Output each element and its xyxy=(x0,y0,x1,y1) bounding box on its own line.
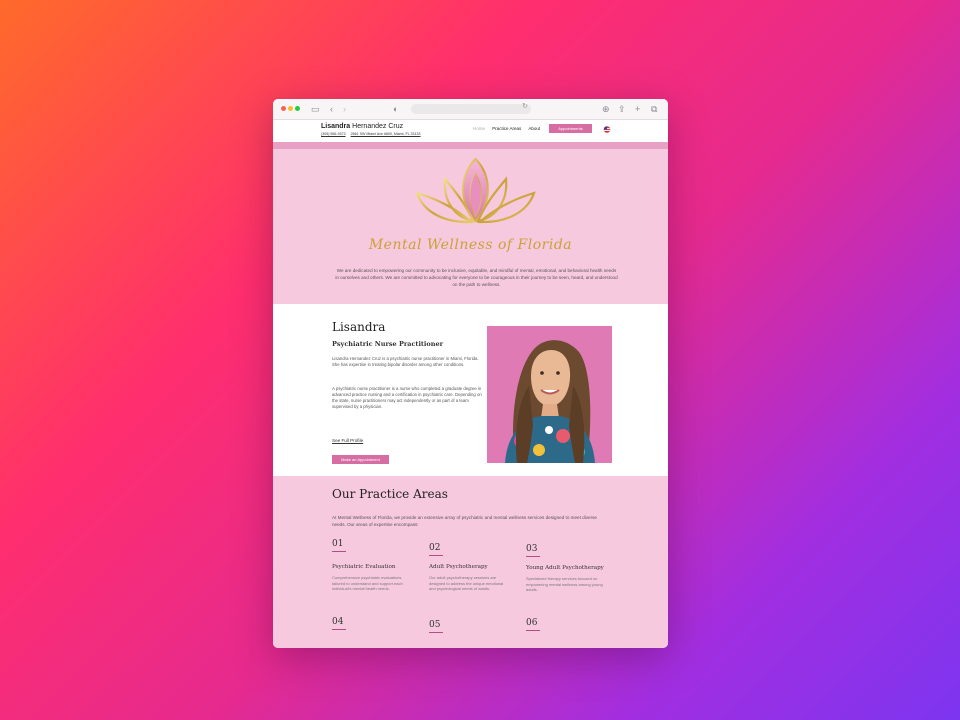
header-accent-bar xyxy=(273,142,668,149)
forward-icon[interactable]: › xyxy=(343,102,346,116)
practice-area-number: 03 xyxy=(526,544,538,554)
brand-first-name: Lisandra xyxy=(321,123,351,130)
practice-area-card[interactable]: 03 Young Adult Psychotherapy Specialized… xyxy=(526,544,606,593)
reload-icon[interactable]: ↻ xyxy=(522,102,528,110)
profile-section: Lisandra Psychiatric Nurse Practitioner … xyxy=(273,304,668,476)
practice-areas-section: Our Practice Areas At Mental Wellness of… xyxy=(273,476,668,648)
practice-area-number: 06 xyxy=(526,618,538,628)
zoom-window-button[interactable] xyxy=(295,106,300,111)
make-appointment-button[interactable]: Make an Appointment xyxy=(332,455,389,464)
site-header: Lisandra Hernandez Cruz (305) 556-9373 2… xyxy=(273,120,668,142)
practice-area-text: Specialized therapy services focused on … xyxy=(526,576,603,593)
profile-photo xyxy=(487,326,612,463)
practice-area-card[interactable]: 01 Psychiatric Evaluation Comprehensive … xyxy=(332,539,412,592)
new-tab-icon[interactable]: + xyxy=(635,102,640,116)
nav-item-home[interactable]: Home xyxy=(473,126,485,131)
close-window-button[interactable] xyxy=(281,106,286,111)
practice-area-card[interactable]: 04 xyxy=(332,617,412,630)
practice-area-title: Young Adult Psychotherapy xyxy=(526,565,604,571)
practice-area-title: Adult Psychotherapy xyxy=(429,564,488,570)
practice-area-number: 02 xyxy=(429,543,441,553)
contact-info: (305) 556-9373 2661 SW Miami Ave #800, M… xyxy=(321,132,425,136)
divider xyxy=(429,632,443,633)
divider xyxy=(332,551,346,552)
practice-area-text: Comprehensive psychiatric evaluations ta… xyxy=(332,575,403,592)
practice-area-card[interactable]: 02 Adult Psychotherapy Our adult psychot… xyxy=(429,543,509,592)
address-link[interactable]: 2661 SW Miami Ave #800, Miami, FL 33133 xyxy=(351,132,421,136)
logo-wordmark: Mental Wellness of Florida xyxy=(368,237,573,253)
practice-area-text: Our adult psychotherapy sessions are des… xyxy=(429,575,504,592)
shield-icon[interactable]: ◐ xyxy=(393,102,398,116)
language-flag-icon[interactable] xyxy=(603,126,611,133)
profile-name: Lisandra xyxy=(332,320,386,334)
divider xyxy=(332,629,346,630)
download-icon[interactable]: ⊕ xyxy=(602,102,610,116)
divider xyxy=(526,556,540,557)
nav-item-about[interactable]: About xyxy=(528,126,540,131)
practice-area-number: 04 xyxy=(332,617,344,627)
appointments-button[interactable]: Appointments xyxy=(549,124,592,133)
practice-area-card[interactable]: 05 xyxy=(429,620,509,633)
practice-area-number: 05 xyxy=(429,620,441,630)
nav-item-practice-areas[interactable]: Practice Areas xyxy=(492,126,521,131)
practice-area-title: Psychiatric Evaluation xyxy=(332,564,396,570)
back-icon[interactable]: ‹ xyxy=(330,102,333,116)
mission-statement: We are dedicated to empowering our commu… xyxy=(335,268,618,287)
full-profile-link[interactable]: See Full Profile xyxy=(332,438,363,443)
phone-link[interactable]: (305) 556-9373 xyxy=(321,132,346,136)
profile-title: Psychiatric Nurse Practitioner xyxy=(332,340,444,348)
practice-area-number: 01 xyxy=(332,539,344,549)
hero-section: Mental Wellness of Florida We are dedica… xyxy=(273,149,668,304)
profile-bio-2: A psychiatric nurse practitioner is a nu… xyxy=(332,386,482,409)
lotus-logo-icon xyxy=(415,157,536,224)
profile-bio-1: Lisandra Hernandez Cruz is a psychiatric… xyxy=(332,356,479,367)
share-icon[interactable]: ⇪ xyxy=(618,102,626,116)
brand-last-name: Hernandez Cruz xyxy=(352,123,404,130)
practice-area-card[interactable]: 06 xyxy=(526,618,606,631)
practice-description: At Mental Wellness of Florida, we provid… xyxy=(332,515,597,527)
divider xyxy=(526,630,540,631)
browser-toolbar: ▭ ‹ › ◐ ↻ ⊕ ⇪ + ⧉ xyxy=(273,99,668,120)
minimize-window-button[interactable] xyxy=(288,106,293,111)
practice-heading: Our Practice Areas xyxy=(332,487,448,501)
browser-window: ▭ ‹ › ◐ ↻ ⊕ ⇪ + ⧉ Lisandra Hernandez Cru… xyxy=(273,99,668,648)
site-brand[interactable]: Lisandra Hernandez Cruz xyxy=(321,123,403,130)
tabs-overview-icon[interactable]: ⧉ xyxy=(651,102,657,116)
sidebar-icon[interactable]: ▭ xyxy=(311,102,320,116)
main-nav: Home Practice Areas About xyxy=(473,126,546,131)
address-bar[interactable]: ↻ xyxy=(411,102,531,114)
divider xyxy=(429,555,443,556)
